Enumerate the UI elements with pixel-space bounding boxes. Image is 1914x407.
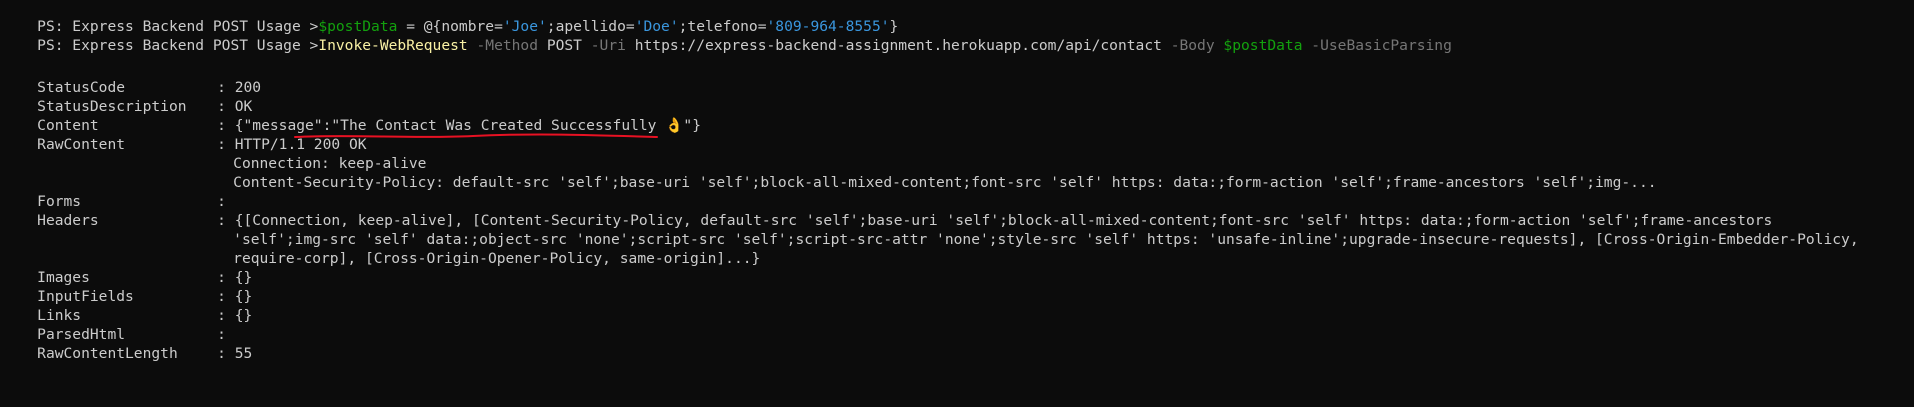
cmdlet-name: Invoke-WebRequest (318, 37, 468, 54)
output-row-rawcontent: RawContent: HTTP/1.1 200 OK (37, 136, 367, 153)
param-body: -Body (1170, 37, 1215, 54)
uri-value: https://express-backend-assignment.herok… (634, 37, 1162, 54)
headers-line: require-corp], [Cross-Origin-Opener-Poli… (233, 250, 761, 267)
property-value: 55 (234, 345, 253, 362)
output-row-statusdescription: StatusDescription: OK (37, 98, 253, 115)
output-row-headers-cont: require-corp], [Cross-Origin-Opener-Poli… (182, 230, 760, 267)
output-row-headers-cont: 'self';img-src 'self' data:;object-src '… (182, 211, 1858, 248)
param-uri: -Uri (590, 37, 626, 54)
output-row-statuscode: StatusCode: 200 (37, 79, 262, 96)
property-key: RawContentLength (37, 345, 178, 362)
command-line-1: PS: Express Backend POST Usage >$postDat… (37, 18, 899, 35)
terminal-window[interactable]: PS: Express Backend POST Usage > $postDat… (2, 0, 1912, 407)
output-row-rawcontentlength: RawContentLength: 55 (37, 345, 253, 362)
output-row-content: Content: {"message":"The Contact Was Cre… (37, 117, 702, 134)
param-method: -Method (476, 37, 539, 54)
method-value: POST (546, 37, 582, 54)
property-value: {} (234, 307, 253, 324)
rawcontent-line: Content-Security-Policy: default-src 'se… (233, 174, 1657, 191)
prompt: PS: Express Backend POST Usage > (37, 37, 319, 54)
output-row-headers: Headers: {[Connection, keep-alive], [Con… (37, 212, 1773, 229)
output-row-images: Images: {} (37, 269, 253, 286)
output-row-rawcontent-cont: Connection: keep-alive (182, 135, 426, 172)
body-variable: $postData (1223, 37, 1303, 54)
output-row-rawcontent-cont: Content-Security-Policy: default-src 'se… (182, 154, 1656, 191)
output-row-inputfields: InputFields: {} (37, 288, 253, 305)
output-row-forms: Forms: (37, 193, 235, 210)
param-use-basic-parsing: -UseBasicParsing (1311, 37, 1452, 54)
output-row-parsedhtml: ParsedHtml: (37, 326, 235, 343)
output-row-links: Links: {} (37, 307, 253, 324)
command-line-2: PS: Express Backend POST Usage >Invoke-W… (2, 17, 1452, 54)
